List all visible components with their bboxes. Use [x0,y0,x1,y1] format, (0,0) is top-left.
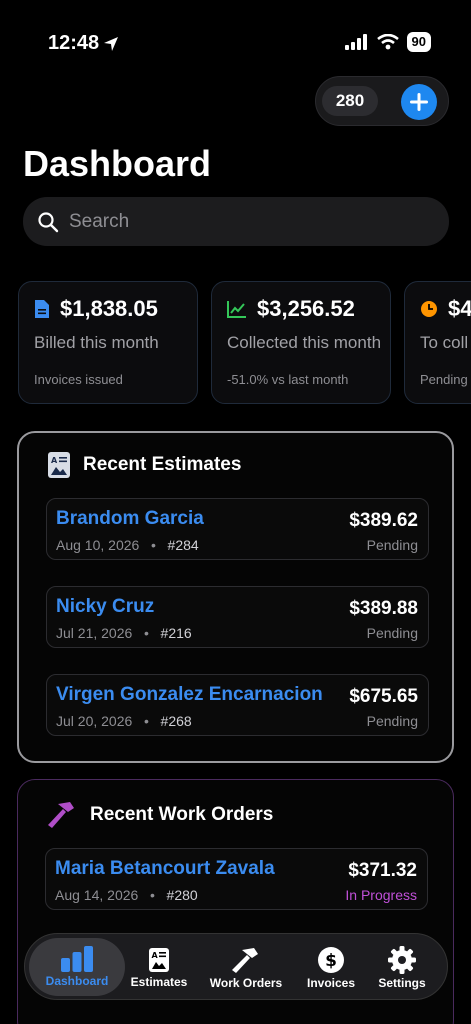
search-icon [38,211,59,232]
stat-sub: Invoices issued [34,372,123,387]
tab-settings[interactable]: Settings [369,934,435,1001]
status-time: 12:48 [48,32,119,55]
row-meta: Jul 21, 2026 • #216 [56,625,192,641]
stat-value: $3,256.52 [257,296,355,321]
row-meta: Aug 10, 2026 • #284 [56,537,199,553]
recent-work-orders-title: Recent Work Orders [90,804,274,825]
work-order-row[interactable]: Maria Betancourt Zavala Aug 14, 2026 • #… [45,848,428,910]
row-meta: Aug 14, 2026 • #280 [55,887,198,903]
stat-label: To coll [420,333,469,352]
svg-text:A: A [51,456,58,465]
stat-label: Collected this month [227,333,382,352]
tab-label: Estimates [130,974,188,989]
clock-icon [421,301,437,317]
row-meta: Jul 20, 2026 • #268 [56,713,192,729]
status-badge: Pending [366,537,418,553]
row-amount: $675.65 [349,686,418,707]
wifi-icon [376,34,399,50]
tab-invoices[interactable]: $ Invoices [299,934,363,1001]
row-amount: $389.88 [349,598,418,619]
top-action-pill: 280 [315,76,449,126]
estimate-row[interactable]: Brandom Garcia Aug 10, 2026 • #284 $389.… [46,498,429,560]
client-name: Maria Betancourt Zavala [55,858,275,879]
recent-estimates-header: A Recent Estimates [47,451,241,479]
stat-sub: -51.0% vs last month [227,372,349,387]
cellular-signal-icon [344,34,367,50]
client-name: Brandom Garcia [56,508,204,529]
search-input[interactable] [69,210,429,233]
location-arrow-icon [104,36,119,51]
row-amount: $389.62 [349,510,418,531]
row-number: #216 [160,625,192,641]
tab-dashboard[interactable]: Dashboard [29,938,125,996]
battery-indicator: 90 [406,32,431,52]
tab-bar: Dashboard A Estimates Work Orders $ Invo… [24,933,448,1000]
clock-text: 12:48 [48,32,100,54]
stat-value: $1,838.05 [60,296,158,321]
recent-estimates-panel: A Recent Estimates Brandom Garcia Aug 10… [17,431,454,763]
hammer-icon [232,947,258,973]
tab-estimates[interactable]: A Estimates [125,934,193,1001]
count-badge[interactable]: 280 [322,86,378,116]
plus-icon [410,93,428,111]
tab-work-orders[interactable]: Work Orders [205,934,287,1001]
tab-label: Work Orders [209,975,283,990]
estimate-document-icon: A [48,452,70,478]
tab-label: Settings [378,975,426,990]
estimate-row[interactable]: Nicky Cruz Jul 21, 2026 • #216 $389.88 P… [46,586,429,648]
hammer-icon [48,802,74,828]
add-button[interactable] [401,84,437,120]
row-number: #284 [167,537,199,553]
status-badge: Pending [366,713,418,729]
svg-text:$: $ [325,951,337,971]
client-name: Virgen Gonzalez Encarnacion [56,684,323,705]
status-badge: Pending [366,625,418,641]
row-date: Jul 21, 2026 [56,625,133,641]
stats-carousel[interactable]: $1,838.05 Billed this month Invoices iss… [18,281,471,405]
stat-label: Billed this month [34,333,159,352]
client-name: Nicky Cruz [56,596,155,617]
row-number: #280 [166,887,198,903]
stat-value: $4 [448,296,471,321]
stat-card-billed[interactable]: $1,838.05 Billed this month Invoices iss… [18,281,198,404]
row-amount: $371.32 [348,860,417,881]
page-title: Dashboard [23,143,212,184]
tab-label: Dashboard [45,974,109,988]
status-bar: 12:48 90 [0,0,471,80]
row-date: Aug 14, 2026 [55,887,139,903]
tab-label: Invoices [306,975,356,990]
bar-chart-icon [61,946,93,972]
estimate-row[interactable]: Virgen Gonzalez Encarnacion Jul 20, 2026… [46,674,429,736]
row-date: Aug 10, 2026 [56,537,140,553]
row-number: #268 [160,713,192,729]
estimate-document-icon: A [149,947,169,972]
document-icon [35,300,49,318]
recent-work-orders-header: Recent Work Orders [46,800,273,830]
status-indicators: 90 [344,32,431,52]
row-date: Jul 20, 2026 [56,713,133,729]
status-badge: In Progress [345,887,417,903]
chart-up-icon [227,301,246,318]
dollar-circle-icon: $ [318,946,344,973]
stat-card-collected[interactable]: $3,256.52 Collected this month -51.0% vs… [211,281,391,404]
search-bar[interactable] [23,197,449,246]
gear-icon [388,945,416,974]
stat-card-to-collect[interactable]: $4 To coll Pending [404,281,471,404]
stat-sub: Pending [420,372,468,387]
svg-text:A: A [152,951,159,960]
recent-estimates-title: Recent Estimates [83,454,242,475]
